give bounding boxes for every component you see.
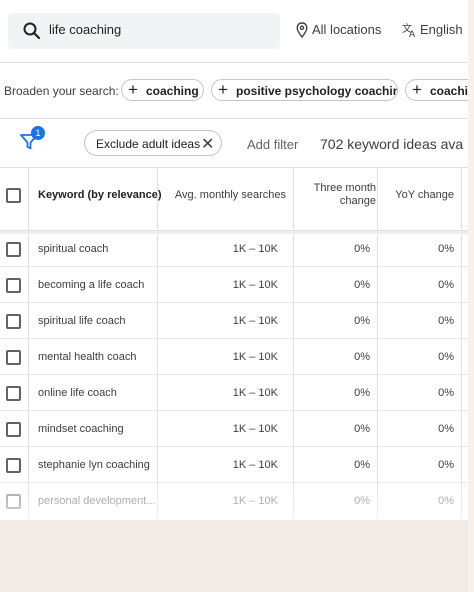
yoy-change-cell: 0%: [438, 423, 454, 435]
broaden-chip-positive-psychology-coaching[interactable]: + positive psychology coaching: [211, 79, 398, 101]
plus-icon: +: [412, 80, 422, 99]
search-header: life coaching All locations 文 A English: [0, 0, 468, 62]
column-header-yoy-change[interactable]: YoY change: [395, 189, 454, 201]
row-checkbox[interactable]: [6, 314, 21, 329]
table-row[interactable]: stephanie lyn coaching 1K – 10K 0% 0%: [0, 447, 468, 483]
three-month-change-cell: 0%: [354, 387, 370, 399]
keyword-cell: personal development...: [38, 495, 156, 507]
row-checkbox[interactable]: [6, 494, 21, 509]
location-selector[interactable]: All locations: [312, 22, 381, 37]
three-month-change-cell: 0%: [354, 243, 370, 255]
table-row[interactable]: spiritual coach 1K – 10K 0% 0%: [0, 231, 468, 267]
row-checkbox[interactable]: [6, 458, 21, 473]
broaden-chip-coaching[interactable]: + coaching: [121, 79, 204, 101]
avg-searches-cell: 1K – 10K: [232, 351, 278, 363]
svg-text:A: A: [409, 30, 416, 38]
three-month-change-cell: 0%: [354, 351, 370, 363]
yoy-change-cell: 0%: [438, 459, 454, 471]
avg-searches-cell: 1K – 10K: [232, 423, 278, 435]
keyword-planner-panel: life coaching All locations 文 A English …: [0, 0, 469, 520]
avg-searches-cell: 1K – 10K: [232, 243, 278, 255]
yoy-change-cell: 0%: [438, 315, 454, 327]
language-selector[interactable]: English: [420, 22, 463, 37]
keyword-cell: mental health coach: [38, 351, 137, 363]
row-checkbox[interactable]: [6, 242, 21, 257]
yoy-change-cell: 0%: [438, 495, 454, 507]
yoy-change-cell: 0%: [438, 351, 454, 363]
row-checkbox[interactable]: [6, 422, 21, 437]
broaden-search-label: Broaden your search:: [4, 84, 119, 98]
column-header-three-month-change[interactable]: Three month change: [296, 182, 376, 208]
column-header-keyword[interactable]: Keyword (by relevance): [38, 189, 162, 201]
filter-count-badge: 1: [31, 126, 45, 140]
table-row[interactable]: online life coach 1K – 10K 0% 0%: [0, 375, 468, 411]
page-edge: [468, 0, 474, 592]
keyword-cell: stephanie lyn coaching: [38, 459, 150, 471]
keyword-cell: becoming a life coach: [38, 279, 145, 291]
table-row[interactable]: personal development... 1K – 10K 0% 0%: [0, 483, 468, 519]
avg-searches-cell: 1K – 10K: [232, 315, 278, 327]
three-month-change-cell: 0%: [354, 495, 370, 507]
exclude-chip-label: Exclude adult ideas: [96, 137, 201, 151]
add-filter-button[interactable]: Add filter: [247, 137, 298, 152]
table-row[interactable]: becoming a life coach 1K – 10K 0% 0%: [0, 267, 468, 303]
column-header-avg-monthly-searches[interactable]: Avg. monthly searches: [175, 189, 286, 201]
search-query[interactable]: life coaching: [49, 22, 121, 37]
plus-icon: +: [128, 80, 138, 99]
avg-searches-cell: 1K – 10K: [232, 495, 278, 507]
select-all-checkbox[interactable]: [6, 188, 21, 203]
row-checkbox[interactable]: [6, 386, 21, 401]
table-row[interactable]: mental health coach 1K – 10K 0% 0%: [0, 339, 468, 375]
keyword-cell: mindset coaching: [38, 423, 124, 435]
divider: [0, 118, 468, 119]
keyword-cell: online life coach: [38, 387, 117, 399]
plus-icon: +: [218, 80, 228, 99]
translate-icon[interactable]: 文 A: [402, 22, 418, 38]
three-month-change-cell: 0%: [354, 279, 370, 291]
location-pin-icon[interactable]: [296, 22, 308, 38]
broaden-chip-coaching-truncated[interactable]: + coachin: [405, 79, 468, 101]
three-month-change-cell: 0%: [354, 459, 370, 471]
three-month-change-cell: 0%: [354, 315, 370, 327]
row-checkbox[interactable]: [6, 350, 21, 365]
table-row[interactable]: spiritual life coach 1K – 10K 0% 0%: [0, 303, 468, 339]
keyword-ideas-count: 702 keyword ideas ava: [320, 136, 464, 152]
three-month-change-cell: 0%: [354, 423, 370, 435]
yoy-change-cell: 0%: [438, 279, 454, 291]
avg-searches-cell: 1K – 10K: [232, 459, 278, 471]
close-icon[interactable]: ✕: [201, 134, 214, 154]
keyword-cell: spiritual coach: [38, 243, 109, 255]
avg-searches-cell: 1K – 10K: [232, 279, 278, 291]
keyword-cell: spiritual life coach: [38, 315, 126, 327]
row-checkbox[interactable]: [6, 278, 21, 293]
divider: [0, 62, 468, 63]
yoy-change-cell: 0%: [438, 243, 454, 255]
exclude-adult-ideas-chip[interactable]: Exclude adult ideas ✕: [84, 130, 222, 156]
search-icon: [23, 22, 41, 40]
table-row[interactable]: mindset coaching 1K – 10K 0% 0%: [0, 411, 468, 447]
avg-searches-cell: 1K – 10K: [232, 387, 278, 399]
yoy-change-cell: 0%: [438, 387, 454, 399]
divider: [0, 167, 468, 168]
